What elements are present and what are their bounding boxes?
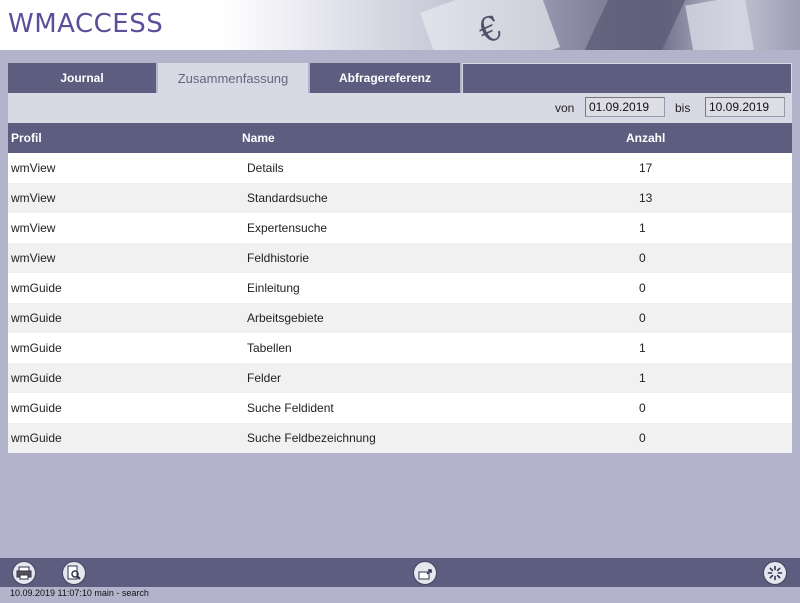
header-profil[interactable]: Profil [11, 131, 42, 145]
tab-abfragereferenz[interactable]: Abfragereferenz [310, 63, 462, 93]
cell-name: Tabellen [247, 341, 292, 355]
cell-name: Suche Feldident [247, 401, 334, 415]
cell-anzahl: 13 [639, 191, 653, 205]
print-icon[interactable] [12, 561, 36, 585]
tab-zusammenfassung[interactable]: Zusammenfassung [158, 63, 310, 93]
cell-name: Expertensuche [247, 221, 328, 235]
cell-name: Details [247, 161, 284, 175]
from-label: von [555, 101, 575, 115]
settings-icon[interactable] [763, 561, 787, 585]
cell-name: Felder [247, 371, 282, 385]
cell-anzahl: 1 [639, 341, 646, 355]
footer-toolbar [0, 558, 800, 587]
cell-profil: wmGuide [11, 281, 62, 295]
cell-name: Einleitung [247, 281, 300, 295]
header-anzahl[interactable]: Anzahl [626, 131, 665, 145]
app-logo: WMACCESS [8, 9, 164, 39]
cell-anzahl: 0 [639, 401, 646, 415]
export-icon[interactable] [413, 561, 437, 585]
tab-journal[interactable]: Journal [8, 63, 158, 93]
to-date-input[interactable] [705, 97, 785, 117]
table-row[interactable]: wmGuide Tabellen 1 [8, 333, 792, 363]
table-row[interactable]: wmView Feldhistorie 0 [8, 243, 792, 273]
table-row[interactable]: wmView Standardsuche 13 [8, 183, 792, 213]
tab-bar: Journal Zusammenfassung Abfragereferenz [8, 63, 792, 93]
status-bar-text: 10.09.2019 11:07:10 main - search [10, 588, 149, 598]
cell-profil: wmView [11, 161, 56, 175]
table-row[interactable]: wmGuide Felder 1 [8, 363, 792, 393]
cell-profil: wmView [11, 221, 56, 235]
table-row[interactable]: wmGuide Arbeitsgebiete 0 [8, 303, 792, 333]
cell-profil: wmGuide [11, 311, 62, 325]
cell-profil: wmGuide [11, 401, 62, 415]
cell-name: Standardsuche [247, 191, 328, 205]
summary-table: Profil Name Anzahl wmView Details 17 wmV… [8, 123, 792, 453]
table-row[interactable]: wmView Details 17 [8, 153, 792, 183]
cell-profil: wmGuide [11, 431, 62, 445]
table-header: Profil Name Anzahl [8, 123, 792, 153]
cell-anzahl: 0 [639, 311, 646, 325]
banner-decoration [584, 0, 686, 50]
cell-name: Feldhistorie [247, 251, 310, 265]
tab-bar-filler [462, 63, 792, 93]
table-row[interactable]: wmGuide Suche Feldbezeichnung 0 [8, 423, 792, 453]
table-row[interactable]: wmGuide Einleitung 0 [8, 273, 792, 303]
table-row[interactable]: wmGuide Suche Feldident 0 [8, 393, 792, 423]
date-filter-bar: von bis [8, 93, 792, 123]
cell-profil: wmView [11, 191, 56, 205]
cell-name: Arbeitsgebiete [247, 311, 324, 325]
cell-profil: wmGuide [11, 371, 62, 385]
cell-anzahl: 0 [639, 431, 646, 445]
from-date-input[interactable] [585, 97, 665, 117]
cell-name: Suche Feldbezeichnung [247, 431, 376, 445]
header-name[interactable]: Name [242, 131, 275, 145]
cell-anzahl: 1 [639, 221, 646, 235]
banner-decoration [685, 0, 755, 50]
table-row[interactable]: wmView Expertensuche 1 [8, 213, 792, 243]
preview-icon[interactable] [62, 561, 86, 585]
cell-anzahl: 1 [639, 371, 646, 385]
to-label: bis [675, 101, 691, 115]
cell-profil: wmView [11, 251, 56, 265]
header-banner: € WMACCESS [0, 0, 800, 50]
cell-anzahl: 0 [639, 251, 646, 265]
cell-profil: wmGuide [11, 341, 62, 355]
cell-anzahl: 17 [639, 161, 653, 175]
cell-anzahl: 0 [639, 281, 646, 295]
